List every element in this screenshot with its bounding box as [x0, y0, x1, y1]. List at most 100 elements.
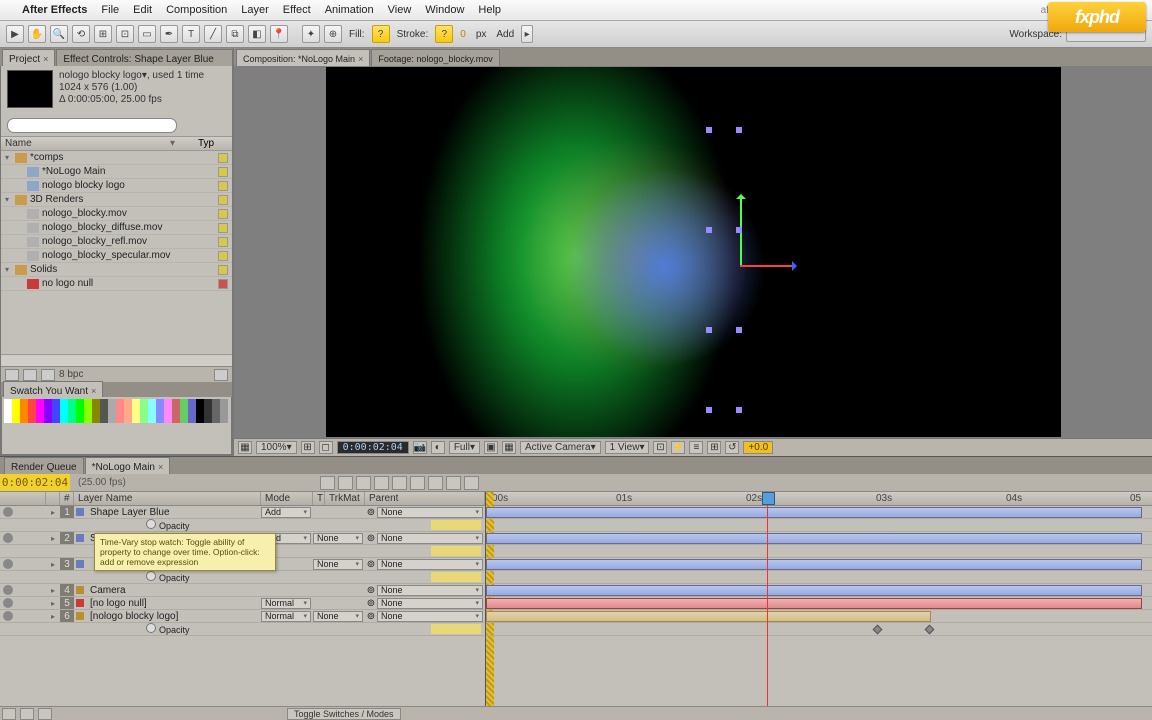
flowchart-icon[interactable]: ⊞	[707, 441, 721, 454]
footage-viewer-tab[interactable]: Footage: nologo_blocky.mov	[371, 49, 499, 66]
eraser-tool-icon[interactable]: ◧	[248, 25, 266, 43]
resolution-select[interactable]: Full ▾	[449, 441, 480, 454]
col-mode[interactable]: Mode	[261, 492, 313, 505]
layer-color[interactable]	[76, 534, 84, 542]
new-folder-icon[interactable]	[23, 369, 37, 381]
composition-viewer[interactable]	[326, 67, 1061, 437]
stroke-color-swatch[interactable]: ?	[435, 25, 453, 43]
swatch[interactable]	[156, 407, 164, 415]
viewer-timecode[interactable]: 0:00:02:04	[337, 441, 409, 454]
swatch[interactable]	[188, 415, 196, 423]
twirl-icon[interactable]: ▸	[46, 612, 60, 621]
layer-property[interactable]: Opacity	[0, 571, 485, 584]
comp-viewer-tab[interactable]: Composition: *NoLogo Main×	[236, 49, 370, 66]
project-tree[interactable]: ▾*comps *NoLogo Main nologo blocky logo …	[1, 151, 232, 354]
blend-mode-select[interactable]: Normal▾	[261, 598, 311, 609]
menu-help[interactable]: Help	[478, 4, 501, 16]
visibility-icon[interactable]	[3, 585, 13, 595]
timeline-timecode[interactable]: 0:00:02:04	[0, 474, 70, 491]
visibility-icon[interactable]	[3, 611, 13, 621]
swatch[interactable]	[220, 407, 228, 415]
project-search-input[interactable]	[7, 118, 177, 133]
time-ruler[interactable]: 00s 01s 02s 03s 04s 05	[486, 492, 1152, 506]
swatch[interactable]	[12, 407, 20, 415]
swatch[interactable]	[12, 415, 20, 423]
parent-select[interactable]: None▾	[377, 533, 483, 544]
swatch[interactable]	[124, 407, 132, 415]
camera-tool-icon[interactable]: ⊞	[94, 25, 112, 43]
swatch[interactable]	[100, 407, 108, 415]
channel-icon[interactable]: ◐	[431, 441, 445, 454]
frame-blend-icon[interactable]	[392, 476, 407, 490]
layer-color[interactable]	[76, 612, 84, 620]
zoom-tool-icon[interactable]: 🔍	[50, 25, 68, 43]
zoom-select[interactable]: 100% ▾	[256, 441, 297, 454]
comp-mini-flowchart-icon[interactable]	[338, 476, 353, 490]
pan-behind-tool-icon[interactable]: ⊡	[116, 25, 134, 43]
parent-select[interactable]: None▾	[377, 598, 483, 609]
twirl-icon[interactable]: ▸	[46, 599, 60, 608]
swatch[interactable]	[204, 407, 212, 415]
rotate-tool-icon[interactable]: ⟲	[72, 25, 90, 43]
swatch[interactable]	[116, 407, 124, 415]
swatch[interactable]	[44, 399, 52, 407]
timeline-track[interactable]	[486, 506, 1152, 519]
layer-bar[interactable]	[486, 533, 1142, 544]
swatch[interactable]	[92, 407, 100, 415]
text-tool-icon[interactable]: T	[182, 25, 200, 43]
selection-tool-icon[interactable]: ▶	[6, 25, 24, 43]
menu-composition[interactable]: Composition	[166, 4, 227, 16]
timeline-layer[interactable]: ▸6[nologo blocky logo]Normal▾None▾⊚None▾	[0, 610, 485, 623]
swatch[interactable]	[148, 407, 156, 415]
close-icon[interactable]: ×	[158, 462, 163, 472]
swatch[interactable]	[180, 415, 188, 423]
swatch[interactable]	[68, 399, 76, 407]
col-number[interactable]: #	[60, 492, 74, 505]
swatch[interactable]	[204, 399, 212, 407]
menu-layer[interactable]: Layer	[241, 4, 269, 16]
snapshot-icon[interactable]: 📷	[413, 441, 427, 454]
effect-controls-tab[interactable]: Effect Controls: Shape Layer Blue	[56, 49, 233, 66]
clone-tool-icon[interactable]: ⧉	[226, 25, 244, 43]
swatch[interactable]	[108, 399, 116, 407]
col-trkmat[interactable]: TrkMat	[325, 492, 365, 505]
stopwatch-icon[interactable]	[146, 519, 156, 529]
layer-color[interactable]	[76, 599, 84, 607]
swatch[interactable]	[164, 399, 172, 407]
local-axis-icon[interactable]: ✦	[302, 25, 320, 43]
swatch[interactable]	[172, 407, 180, 415]
swatch[interactable]	[220, 399, 228, 407]
toggle-switches-modes[interactable]: Toggle Switches / Modes	[287, 708, 401, 720]
swatch[interactable]	[148, 415, 156, 423]
swatch-panel[interactable]	[1, 397, 232, 455]
keyframe-icon[interactable]	[873, 625, 883, 635]
swatch[interactable]	[36, 415, 44, 423]
swatch[interactable]	[180, 399, 188, 407]
swatch[interactable]	[108, 407, 116, 415]
keyframe-icon[interactable]	[925, 625, 935, 635]
close-icon[interactable]: ×	[43, 54, 48, 64]
swatch[interactable]	[68, 415, 76, 423]
trkmat-select[interactable]: None▾	[313, 559, 363, 570]
close-icon[interactable]: ×	[358, 54, 363, 64]
chevron-down-icon[interactable]: ▾	[170, 138, 180, 149]
world-axis-icon[interactable]: ⊕	[324, 25, 342, 43]
exposure-value[interactable]: +0.0	[743, 441, 773, 454]
swatch[interactable]	[188, 399, 196, 407]
camera-select[interactable]: Active Camera ▾	[520, 441, 601, 454]
timeline-track[interactable]	[486, 571, 1152, 584]
menu-edit[interactable]: Edit	[133, 4, 152, 16]
swatch[interactable]	[20, 415, 28, 423]
swatch[interactable]	[140, 399, 148, 407]
swatch[interactable]	[196, 399, 204, 407]
swatch[interactable]	[212, 407, 220, 415]
swatch[interactable]	[12, 399, 20, 407]
add-menu-icon[interactable]: ▸	[521, 25, 533, 43]
swatch[interactable]	[180, 407, 188, 415]
render-time-icon[interactable]	[38, 708, 52, 720]
roi-icon[interactable]: ▣	[484, 441, 498, 454]
swatch[interactable]	[36, 399, 44, 407]
swatch[interactable]	[140, 407, 148, 415]
swatch[interactable]	[116, 415, 124, 423]
auto-keyframe-icon[interactable]	[464, 476, 479, 490]
